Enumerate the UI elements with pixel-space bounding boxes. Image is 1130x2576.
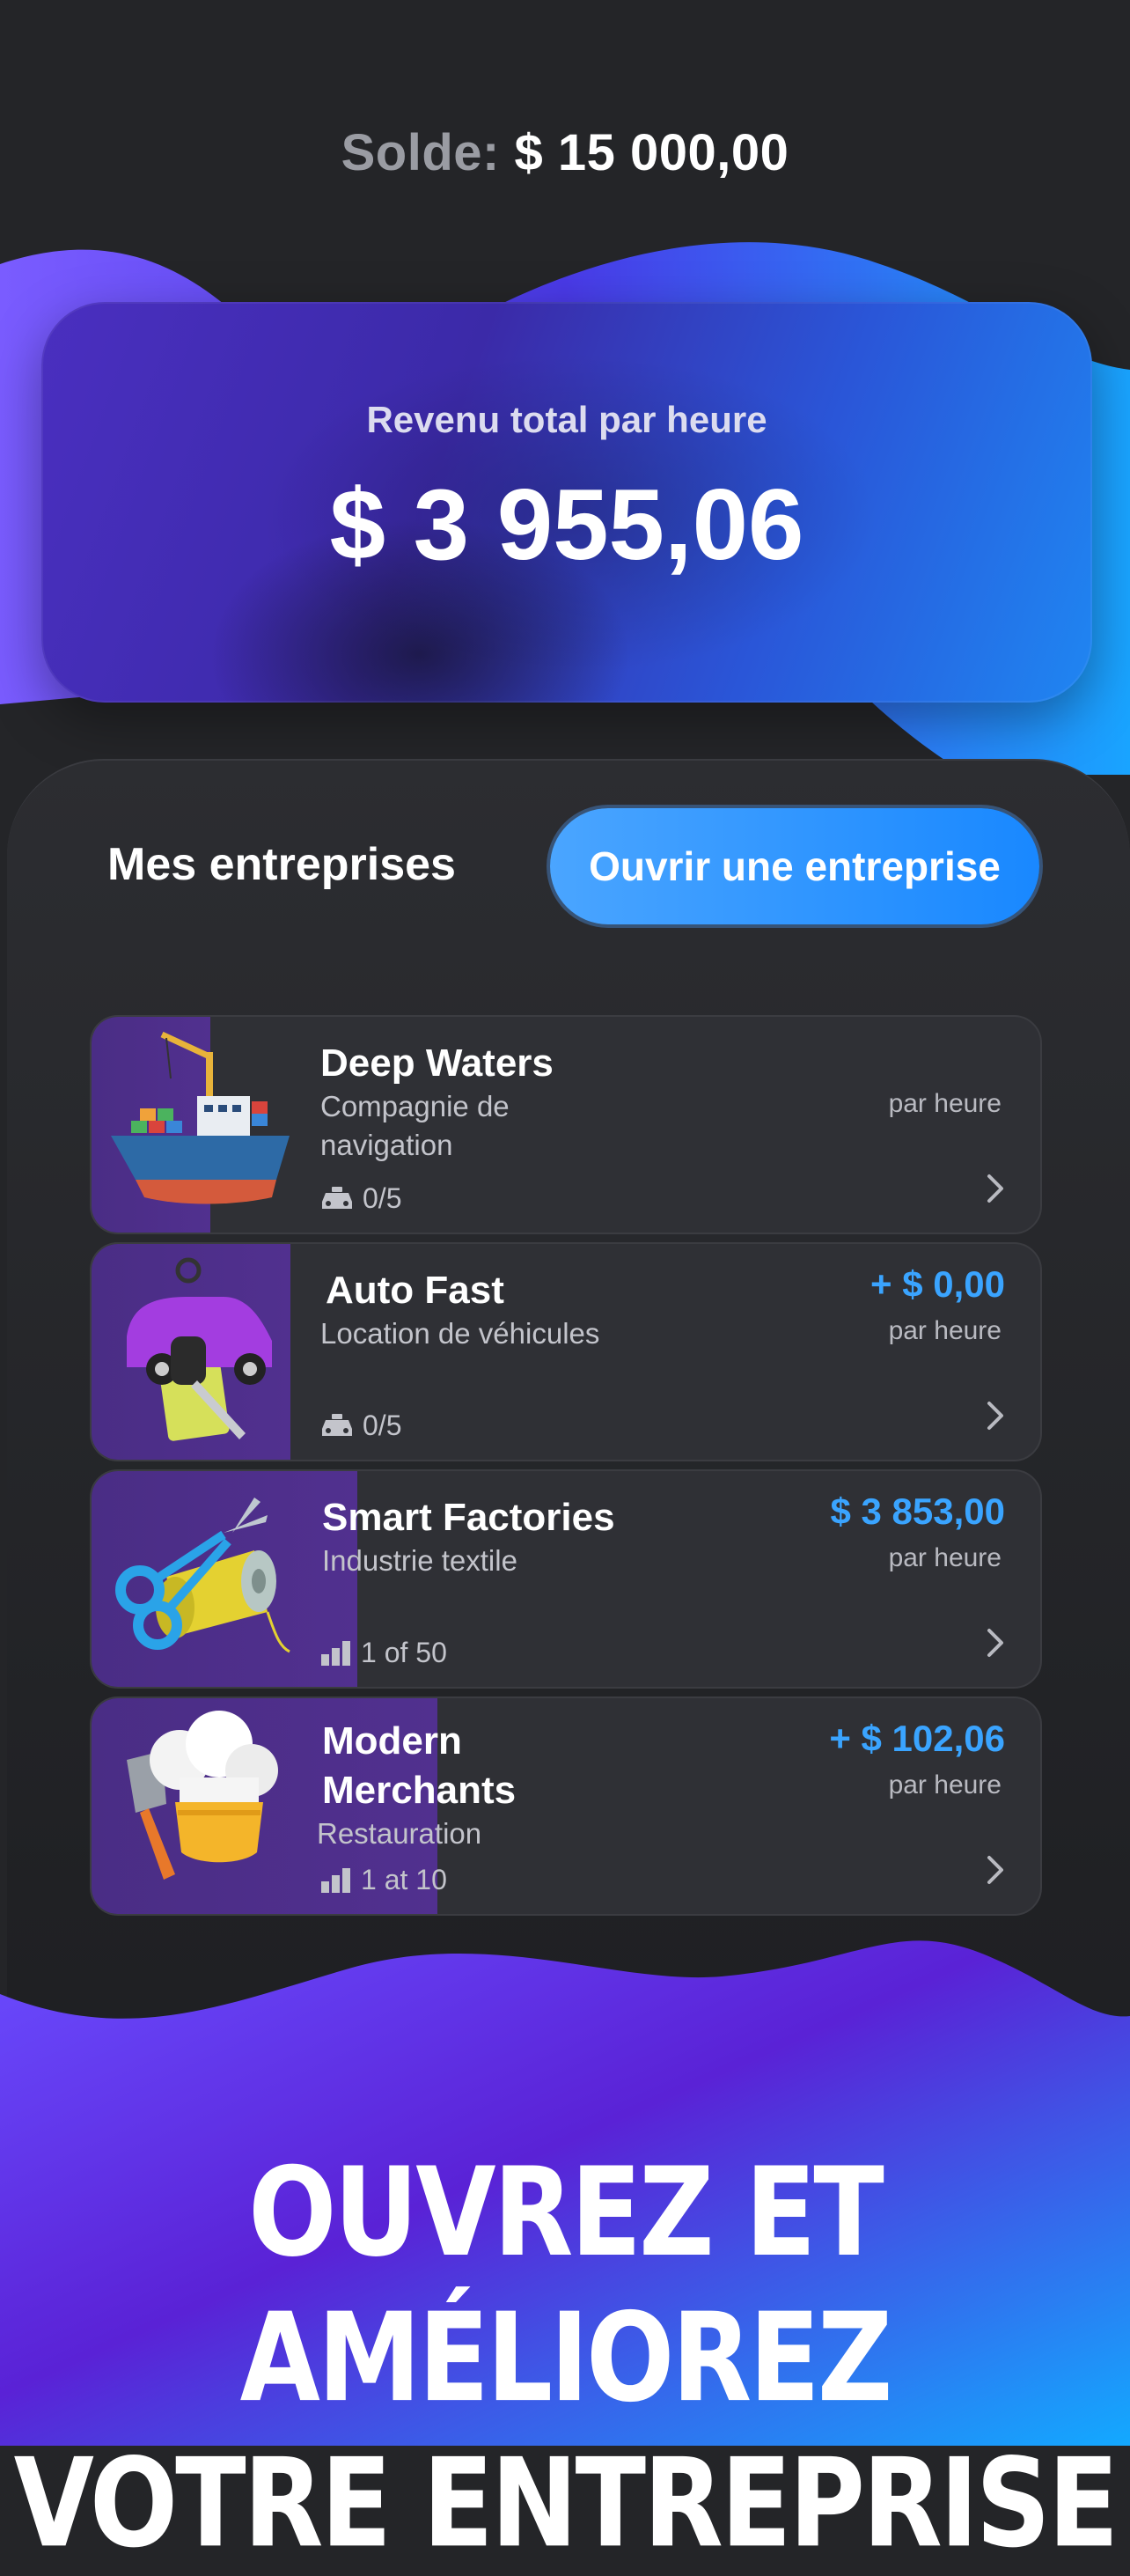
company-level-value: 0/5 [363,1409,402,1441]
company-name-line1: Modern [322,1719,462,1763]
company-income-period: par heure [888,1543,1002,1572]
company-card-smart-factories[interactable]: Smart Factories Industrie textile 1 of 5… [90,1469,1042,1689]
company-level: 1 at 10 [320,1864,447,1896]
chevron-right-icon[interactable] [982,1171,1009,1206]
chevron-right-icon[interactable] [982,1852,1009,1888]
revenue-card: Revenu total par heure $ 3 955,06 [41,302,1092,703]
company-card-modern-merchants[interactable]: Modern Merchants Restauration 1 at 10 + … [90,1696,1042,1916]
company-income-period: par heure [888,1770,1002,1800]
revenue-label: Revenu total par heure [366,399,767,440]
bar-chart-icon [321,1867,350,1893]
company-type-line1: Industrie textile [322,1544,517,1577]
balance-value: $ 15 000,00 [514,124,789,181]
company-income: $ 3 853,00 [830,1490,1005,1532]
company-income: + $ 0,00 [870,1263,1005,1305]
company-type-line1: Compagnie de [320,1090,510,1122]
chevron-right-icon[interactable] [982,1625,1009,1660]
bar-chart-icon [321,1640,350,1666]
company-name: Smart Factories [322,1496,615,1539]
company-name: Deep Waters [320,1041,554,1085]
ship-icon [111,1031,290,1204]
company-name-line2: Merchants [322,1769,517,1812]
company-card-deep-waters[interactable]: Deep Waters Compagnie de navigation 0/5 … [90,1015,1042,1234]
company-level-value: 1 of 50 [361,1637,447,1668]
balance-label: Solde: [341,124,500,181]
revenue-value: $ 3 955,06 [329,469,804,581]
company-income-period: par heure [888,1316,1002,1345]
tagline-line2: VOTRE ENTREPRISE [13,2431,1119,2575]
promo-tagline: OUVREZ ET AMÉLIOREZ VOTRE ENTREPRISE [0,2139,1130,2576]
company-type-line1: Restauration [317,1817,482,1850]
company-level-value: 0/5 [363,1182,402,1214]
car-keys-icon [127,1257,272,1441]
scissors-thread-icon [115,1498,290,1653]
taxi-icon [322,1413,352,1436]
company-type-line2: navigation [320,1129,453,1161]
company-level: 0/5 [320,1182,401,1215]
taxi-icon [322,1186,352,1209]
section-title: Mes entreprises [107,839,456,890]
company-level-value: 1 at 10 [361,1864,447,1895]
open-company-button[interactable]: Ouvrir une entreprise [550,808,1039,924]
chef-hat-icon [127,1711,278,1880]
company-income-period: par heure [888,1089,1002,1118]
balance-display: Solde: $ 15 000,00 [0,123,1130,182]
tagline-line1: OUVREZ ET AMÉLIOREZ [239,2140,893,2430]
company-card-auto-fast[interactable]: Auto Fast Location de véhicules 0/5 + $ … [90,1242,1042,1461]
chevron-right-icon[interactable] [982,1398,1009,1433]
company-level: 0/5 [320,1409,401,1442]
company-income: + $ 102,06 [829,1718,1005,1759]
company-level: 1 of 50 [320,1637,447,1669]
company-name: Auto Fast [326,1269,504,1312]
company-type-line1: Location de véhicules [320,1317,600,1350]
